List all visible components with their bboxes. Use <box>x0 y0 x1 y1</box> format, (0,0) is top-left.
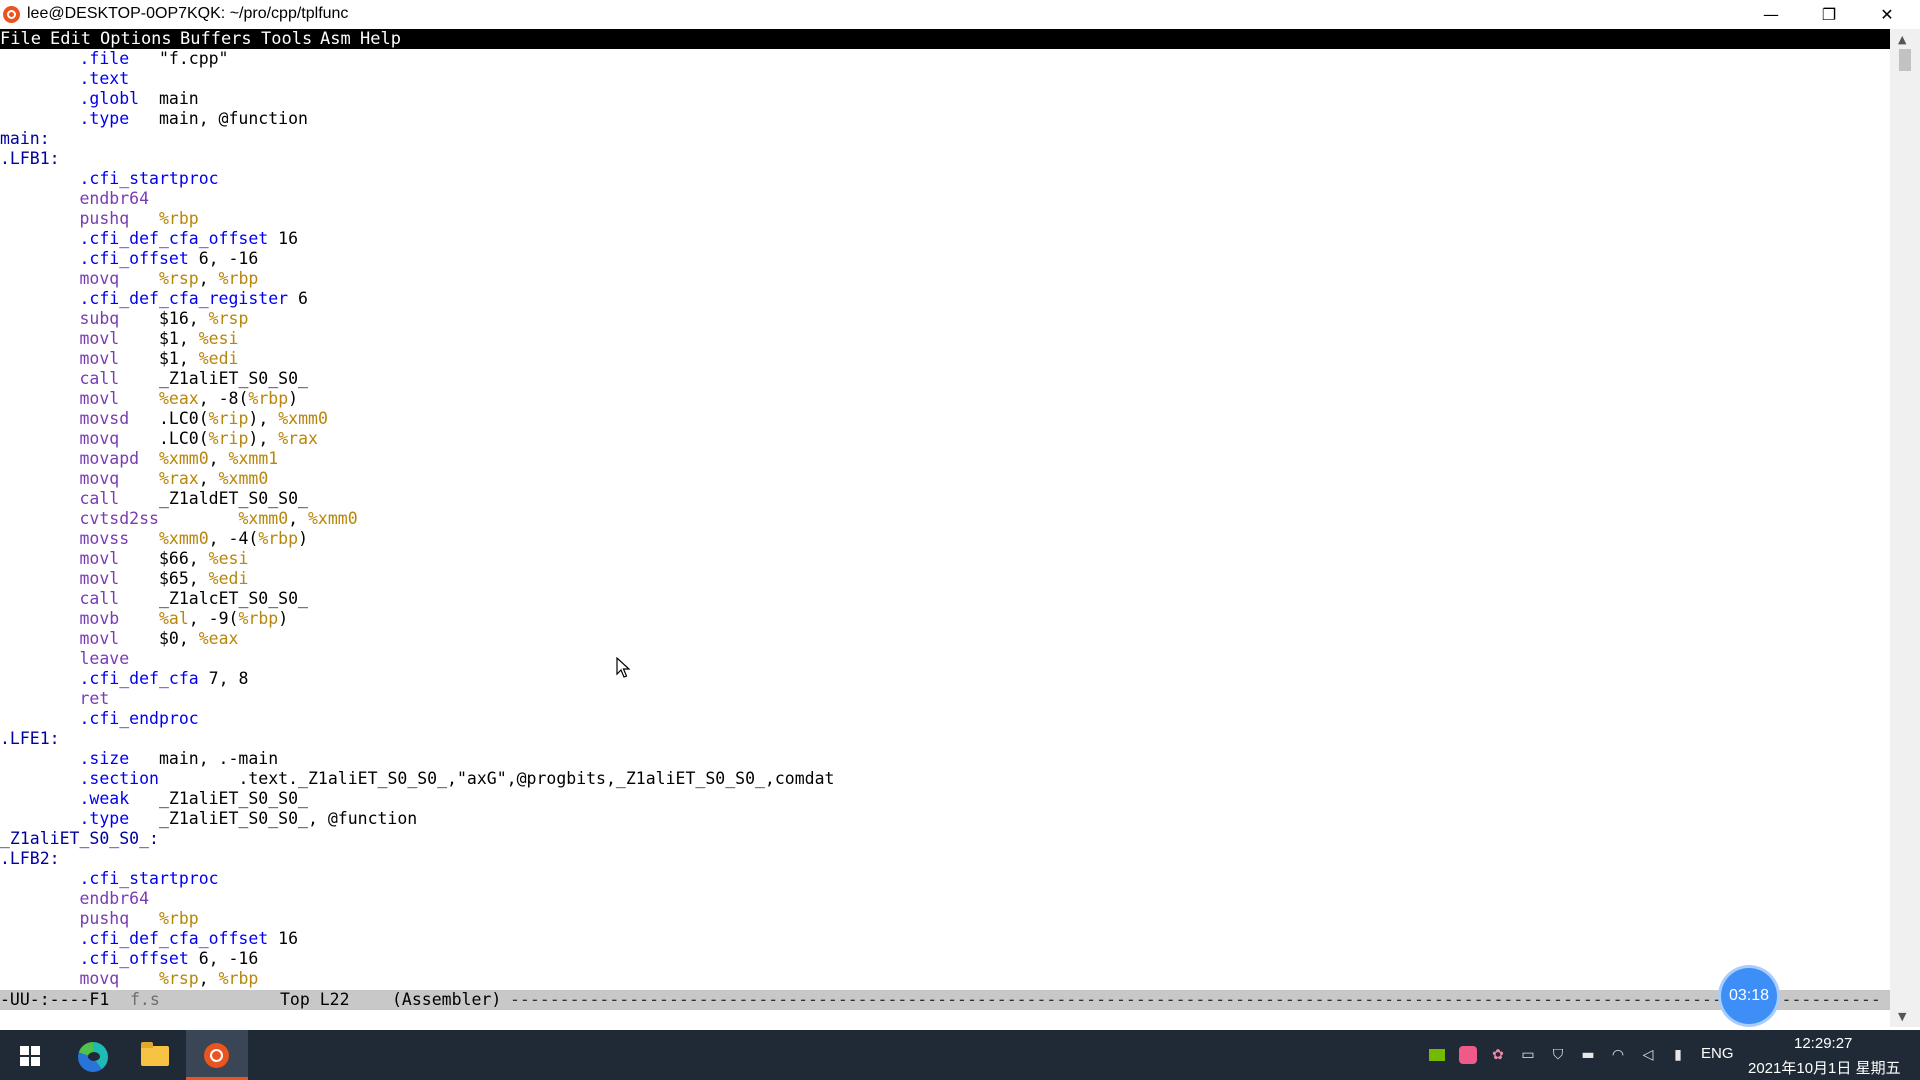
code-line: pushq %rbp <box>79 909 199 928</box>
scroll-down-icon[interactable]: ▼ <box>1898 1010 1906 1023</box>
battery-tray-icon[interactable]: ▬ <box>1579 1046 1597 1064</box>
nvidia-tray-icon[interactable] <box>1429 1049 1445 1061</box>
close-button[interactable]: ✕ <box>1858 0 1916 29</box>
menu-bar: File Edit Options Buffers Tools Asm Help <box>0 29 1890 49</box>
menu-tools[interactable]: Tools <box>261 29 312 49</box>
start-button[interactable] <box>0 1030 62 1080</box>
code-line: _Z1aliET_S0_S0_: <box>0 829 159 848</box>
menu-buffers[interactable]: Buffers <box>180 29 252 49</box>
code-line: .cfi_def_cfa_offset 16 <box>79 229 299 248</box>
code-line: movb %al, -9(%rbp) <box>79 609 289 628</box>
title-bar: lee@DESKTOP-0OP7KQK: ~/pro/cpp/tplfunc —… <box>0 0 1920 29</box>
code-line: .file "f.cpp" <box>79 49 229 68</box>
code-line: ret <box>79 689 110 708</box>
code-line: movl $1, %edi <box>79 349 239 368</box>
vertical-scrollbar[interactable]: ▲ ▼ <box>1890 29 1920 1027</box>
menu-help[interactable]: Help <box>360 29 401 49</box>
modeline-mode[interactable]: (Assembler) <box>392 990 501 1010</box>
code-line: .LFB1: <box>0 149 60 168</box>
wifi-tray-icon[interactable]: ◠ <box>1609 1046 1627 1064</box>
code-line: .size main, .-main <box>79 749 279 768</box>
code-line: movl $66, %esi <box>79 549 249 568</box>
menu-edit[interactable]: Edit <box>50 29 91 49</box>
scrollbar-thumb[interactable] <box>1899 49 1911 71</box>
code-line: movl $0, %eax <box>79 629 239 648</box>
recording-timer-badge[interactable]: 03:18 <box>1721 968 1777 1024</box>
windows-logo-icon <box>20 1046 40 1066</box>
code-line: .cfi_def_cfa 7, 8 <box>79 669 249 688</box>
minibuffer[interactable] <box>0 1010 1890 1030</box>
modeline-fill: ----------------------------------------… <box>510 990 1881 1009</box>
code-line: .cfi_def_cfa_offset 16 <box>79 929 299 948</box>
code-line: .type _Z1aliET_S0_S0_, @function <box>79 809 418 828</box>
code-line: .cfi_offset 6, -16 <box>79 949 259 968</box>
modeline-status: -UU-:----F1 <box>0 990 110 1009</box>
edge-browser-icon <box>78 1042 108 1072</box>
code-line: movsd .LC0(%rip), %xmm0 <box>79 409 328 428</box>
folder-icon <box>141 1042 169 1066</box>
taskbar-ubuntu[interactable] <box>186 1030 248 1080</box>
clock-date[interactable]: 2021年10月1日 星期五 <box>1748 1057 1901 1078</box>
restore-button[interactable]: ❐ <box>1800 0 1858 29</box>
mode-line: -UU-:----F1 f.s Top L22 (Assembler) ----… <box>0 990 1890 1010</box>
code-line: pushq %rbp <box>79 209 199 228</box>
code-line: movapd %xmm0, %xmm1 <box>79 449 279 468</box>
scroll-up-icon[interactable]: ▲ <box>1898 33 1906 46</box>
mouse-pointer-icon <box>616 657 630 678</box>
ubuntu-app-icon <box>3 6 20 23</box>
code-line: movss %xmm0, -4(%rbp) <box>79 529 308 548</box>
code-line: .cfi_startproc <box>79 869 219 888</box>
code-line: .text <box>79 69 130 88</box>
app-tray-icon[interactable] <box>1459 1046 1477 1064</box>
flower-tray-icon[interactable]: ✿ <box>1489 1046 1507 1064</box>
microphone-tray-icon[interactable]: ▮ <box>1669 1046 1687 1064</box>
code-line: .LFE1: <box>0 729 60 748</box>
shield-tray-icon[interactable]: ⛉ <box>1549 1046 1567 1064</box>
code-line: call _Z1aliET_S0_S0_ <box>79 369 308 388</box>
window-title: lee@DESKTOP-0OP7KQK: ~/pro/cpp/tplfunc <box>27 5 349 22</box>
code-line: .weak _Z1aliET_S0_S0_ <box>79 789 308 808</box>
code-line: subq $16, %rsp <box>79 309 249 328</box>
code-line: movq %rsp, %rbp <box>79 269 259 288</box>
volume-tray-icon[interactable]: ◁ <box>1639 1046 1657 1064</box>
editor-buffer[interactable]: .file "f.cpp" .text .globl main .type ma… <box>0 49 1890 990</box>
code-line: cvtsd2ss %xmm0, %xmm0 <box>79 509 358 528</box>
tablet-tray-icon[interactable]: ▭ <box>1519 1046 1537 1064</box>
code-line: leave <box>79 649 130 668</box>
code-line: .section .text._Z1aliET_S0_S0_,"axG",@pr… <box>79 769 835 788</box>
code-line: .LFB2: <box>0 849 60 868</box>
code-line: movl $65, %edi <box>79 569 249 588</box>
code-line: .cfi_endproc <box>79 709 199 728</box>
clock-time[interactable]: 12:29:27 <box>1794 1035 1852 1052</box>
input-language[interactable]: ENG <box>1701 1045 1734 1062</box>
code-line: .cfi_def_cfa_register 6 <box>79 289 308 308</box>
taskbar: ✿ ▭ ⛉ ▬ ◠ ◁ ▮ ENG 12:29:27 2021年10月1日 星期… <box>0 1030 1920 1080</box>
code-line: movl %eax, -8(%rbp) <box>79 389 299 408</box>
taskbar-edge[interactable] <box>62 1030 124 1080</box>
code-line: main: <box>0 129 50 148</box>
modeline-position: Top L22 <box>280 990 350 1009</box>
code-line: movq %rax, %xmm0 <box>79 469 269 488</box>
ubuntu-icon <box>204 1043 229 1068</box>
modeline-filename[interactable]: f.s <box>130 990 160 1010</box>
code-line: .type main, @function <box>79 109 308 128</box>
menu-file[interactable]: File <box>0 29 41 49</box>
code-line: .globl main <box>79 89 199 108</box>
code-line: .cfi_offset 6, -16 <box>79 249 259 268</box>
menu-options[interactable]: Options <box>100 29 172 49</box>
code-line: movl $1, %esi <box>79 329 239 348</box>
code-line: endbr64 <box>79 189 150 208</box>
code-line: movq .LC0(%rip), %rax <box>79 429 318 448</box>
code-line: .cfi_startproc <box>79 169 219 188</box>
minimize-button[interactable]: — <box>1742 0 1800 29</box>
code-line: call _Z1alcET_S0_S0_ <box>79 589 308 608</box>
taskbar-file-explorer[interactable] <box>124 1030 186 1080</box>
code-line: endbr64 <box>79 889 150 908</box>
code-line: call _Z1aldET_S0_S0_ <box>79 489 308 508</box>
menu-asm[interactable]: Asm <box>320 29 351 49</box>
code-line: movq %rsp, %rbp <box>79 969 259 988</box>
